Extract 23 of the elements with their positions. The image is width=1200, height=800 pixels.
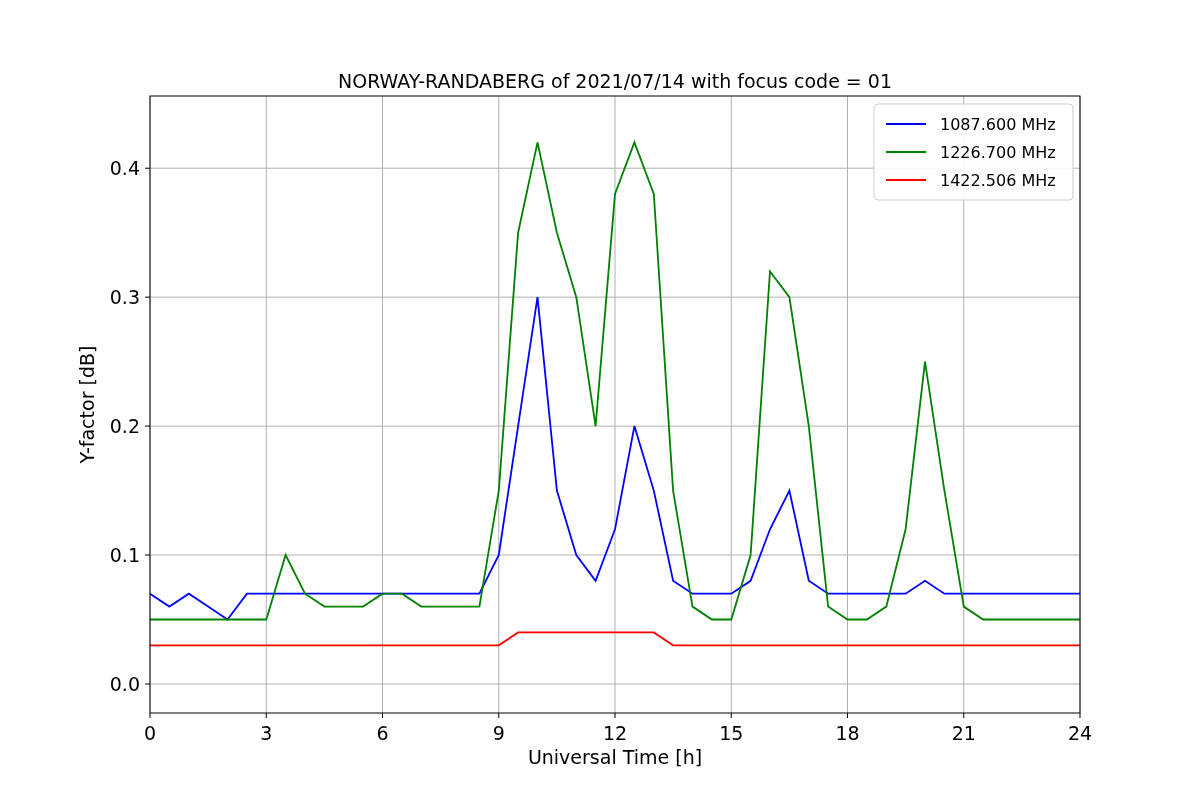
x-tick-label: 15 [719,722,744,744]
x-tick-label: 3 [260,722,273,744]
legend-line-icon [885,123,927,125]
legend-label: 1422.506 MHz [940,171,1056,190]
y-tick-label: 0.3 [109,286,140,309]
y-tick-label: 0.4 [109,157,140,180]
legend-line-icon [885,151,927,153]
y-tick-label: 0.0 [109,673,140,695]
y-tick-label: 0.1 [109,544,140,567]
x-tick-label: 0 [143,722,157,744]
y-axis-label: Y-factor [dB] [76,345,98,464]
legend-label: 1087.600 MHz [940,115,1056,134]
chart-title: NORWAY-RANDABERG of 2021/07/14 with focus code = 01 [338,70,892,92]
x-tick-label: 6 [376,722,389,744]
y-tick-label: 0.2 [109,415,140,438]
x-tick-label: 9 [492,722,505,744]
x-tick-label: 12 [602,722,628,744]
x-tick-label: 24 [1067,722,1093,744]
legend-line-icon [885,179,927,181]
x-axis-label: Universal Time [h] [527,746,703,768]
x-tick-label: 18 [835,722,860,744]
x-tick-label: 21 [951,722,976,744]
legend-label: 1226.700 MHz [940,143,1056,162]
